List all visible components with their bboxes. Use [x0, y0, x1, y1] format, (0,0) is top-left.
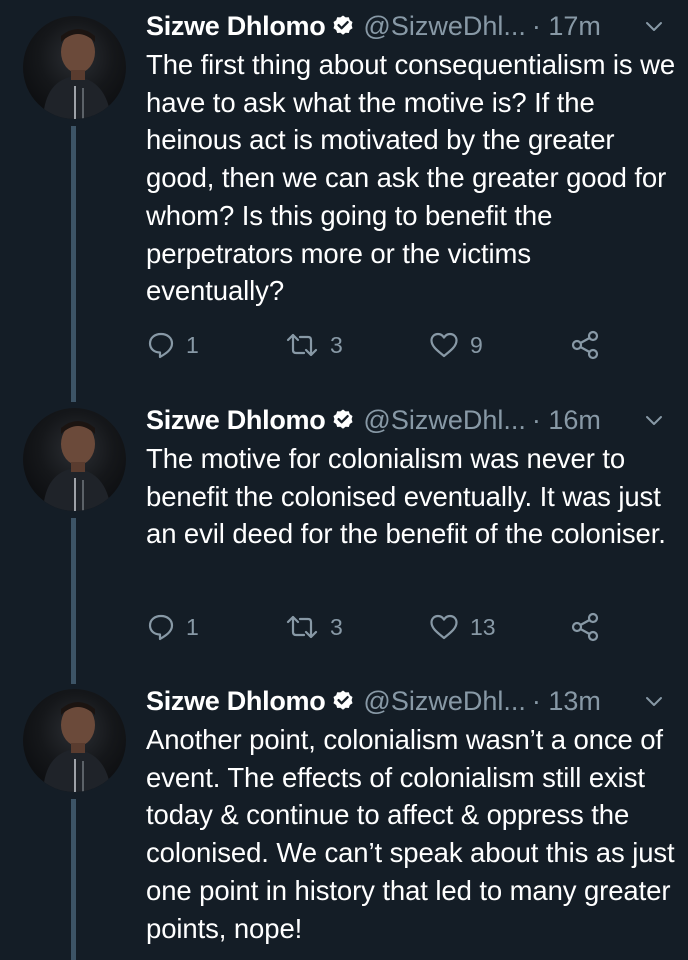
- display-name[interactable]: Sizwe Dhlomo: [146, 405, 326, 436]
- tweet-header: Sizwe Dhlomo @SizweDhl... · 16m: [146, 400, 601, 440]
- tweet-text: Another point, colonialism wasn’t a once…: [146, 724, 675, 944]
- retweet-icon: [286, 333, 318, 357]
- timestamp[interactable]: · 16m: [532, 405, 601, 436]
- retweet-count: 3: [330, 613, 343, 640]
- chevron-down-icon[interactable]: [644, 410, 664, 430]
- timestamp[interactable]: · 17m: [532, 11, 601, 42]
- heart-icon: [430, 614, 458, 640]
- user-handle[interactable]: @SizweDhl...: [363, 11, 525, 42]
- user-handle[interactable]: @SizweDhl...: [363, 405, 525, 436]
- thread-line: [71, 518, 76, 684]
- share-icon: [571, 612, 599, 642]
- timestamp[interactable]: · 13m: [532, 686, 601, 717]
- retweet-button[interactable]: 3: [284, 610, 343, 644]
- tweet-actions: 1 3 13: [146, 610, 616, 644]
- tweet-header: Sizwe Dhlomo @SizweDhl... · 17m: [146, 6, 601, 46]
- like-count: 9: [470, 331, 483, 358]
- avatar[interactable]: [23, 689, 126, 792]
- share-icon: [571, 330, 599, 360]
- verified-badge-icon: [333, 690, 353, 710]
- tweet-actions: 1 3 9: [146, 328, 616, 362]
- verified-badge-icon: [333, 409, 353, 429]
- user-handle[interactable]: @SizweDhl...: [363, 686, 525, 717]
- avatar[interactable]: [23, 408, 126, 511]
- like-button[interactable]: 13: [428, 610, 496, 644]
- display-name[interactable]: Sizwe Dhlomo: [146, 686, 326, 717]
- avatar-photo: [43, 29, 111, 119]
- like-button[interactable]: 9: [428, 328, 483, 362]
- retweet-count: 3: [330, 331, 343, 358]
- share-button[interactable]: [570, 610, 600, 644]
- verified-badge-icon: [333, 15, 353, 35]
- reply-count: 1: [186, 331, 199, 358]
- reply-icon: [148, 332, 174, 359]
- reply-button[interactable]: 1: [146, 610, 199, 644]
- retweet-button[interactable]: 3: [284, 328, 343, 362]
- avatar-photo: [43, 702, 111, 792]
- share-button[interactable]: [570, 328, 600, 362]
- retweet-icon: [286, 615, 318, 639]
- tweet[interactable]: Sizwe Dhlomo @SizweDhl... · 13m Another …: [0, 681, 688, 960]
- thread-line: [71, 126, 76, 402]
- tweet-text: The first thing about consequentialism i…: [146, 49, 676, 307]
- reply-button[interactable]: 1: [146, 328, 199, 362]
- chevron-down-icon[interactable]: [644, 691, 664, 711]
- tweet-text: The motive for colonialism was never to …: [146, 443, 666, 550]
- display-name[interactable]: Sizwe Dhlomo: [146, 11, 326, 42]
- tweet-header: Sizwe Dhlomo @SizweDhl... · 13m: [146, 681, 601, 721]
- chevron-down-icon[interactable]: [644, 16, 664, 36]
- avatar[interactable]: [23, 16, 126, 119]
- tweet[interactable]: Sizwe Dhlomo @SizweDhl... · 17m The firs…: [0, 6, 688, 402]
- reply-count: 1: [186, 613, 199, 640]
- like-count: 13: [470, 613, 496, 640]
- heart-icon: [430, 332, 458, 358]
- avatar-photo: [43, 421, 111, 511]
- thread-line: [71, 799, 76, 960]
- reply-icon: [148, 614, 174, 641]
- tweet[interactable]: Sizwe Dhlomo @SizweDhl... · 16m The moti…: [0, 400, 688, 684]
